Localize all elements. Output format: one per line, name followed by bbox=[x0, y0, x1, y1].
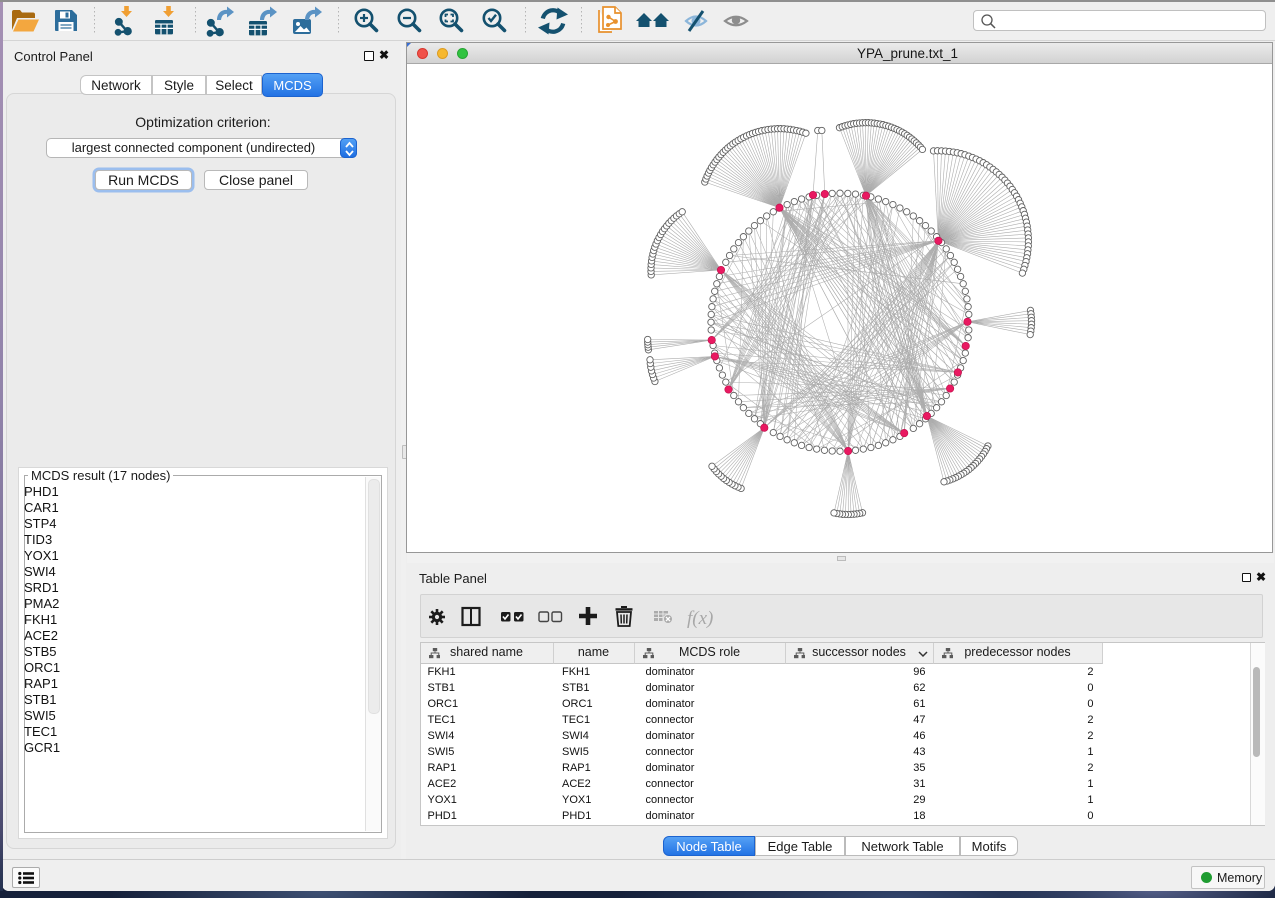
svg-text:f(x): f(x) bbox=[687, 608, 713, 629]
